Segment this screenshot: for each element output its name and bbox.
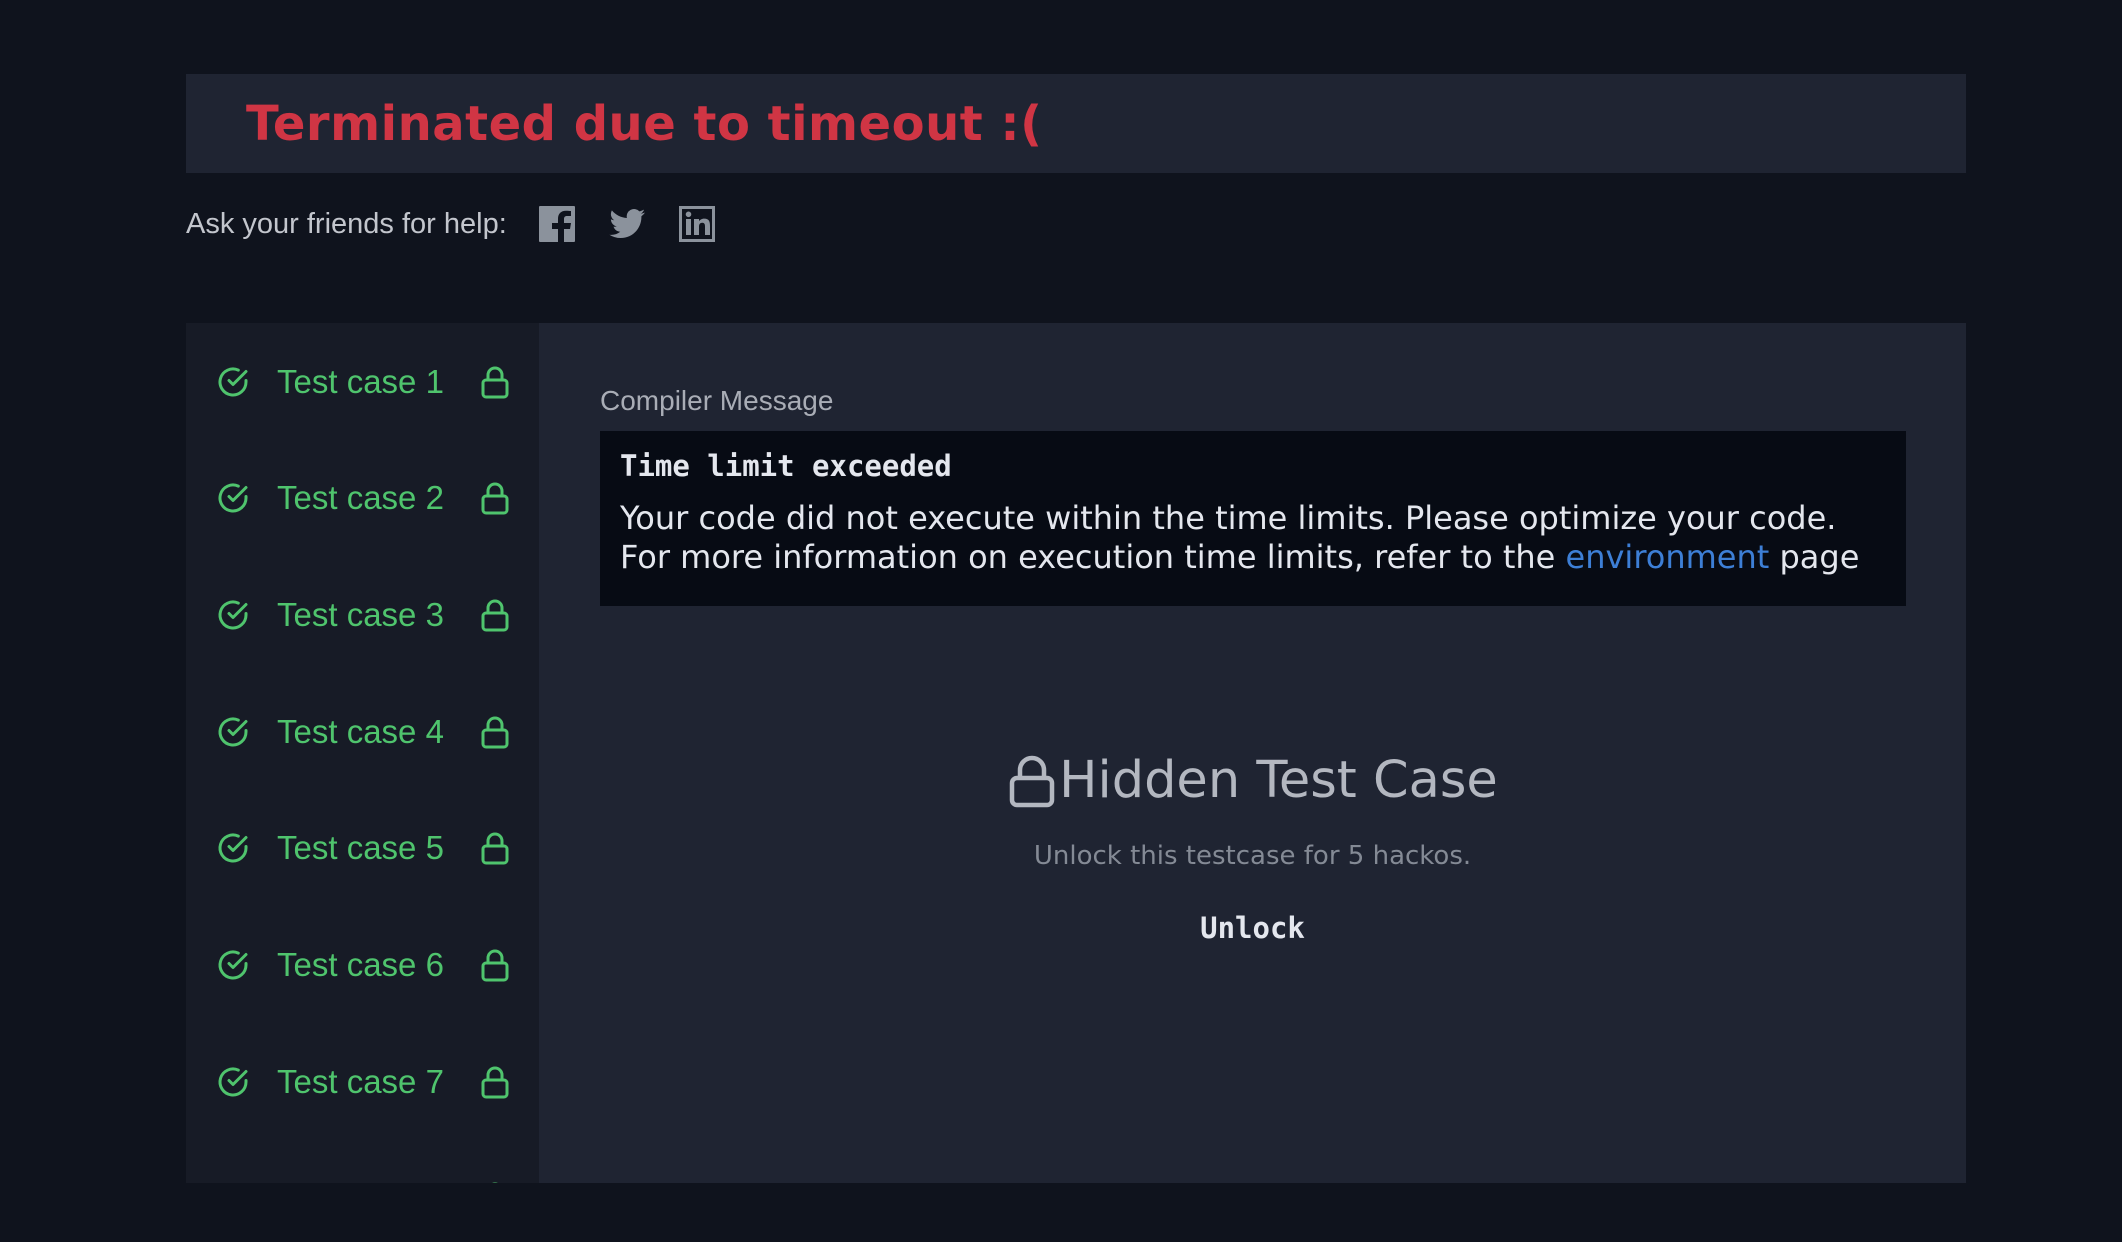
unlock-cost-text: Unlock this testcase for 5 hackos. [1033,840,1472,871]
check-circle-icon [216,598,250,632]
facebook-icon[interactable] [537,204,577,244]
lock-icon [478,480,512,516]
test-case-item[interactable]: Test case 1 [186,323,539,440]
lock-icon [478,1180,512,1183]
hidden-test-case-title: Hidden Test Case [1059,751,1498,810]
hidden-test-case-heading: Hidden Test Case [1007,751,1498,810]
compiler-message-text-end: page [1769,538,1860,576]
lock-icon [478,364,512,400]
test-case-item[interactable]: Test case 7 [186,1023,539,1140]
test-case-label: Test case 7 [277,1062,444,1100]
check-circle-icon [216,481,250,515]
test-case-item[interactable]: Test case 3 [186,556,539,673]
lock-icon [478,1064,512,1100]
twitter-icon[interactable] [607,204,647,244]
compiler-message-label: Compiler Message [600,385,834,416]
hidden-test-case: Hidden Test Case Unlock this testcase fo… [539,751,1966,945]
compiler-message-box: Time limit exceeded Your code did not ex… [600,431,1906,606]
test-case-label: Test case 4 [277,712,444,750]
test-case-label: Test case 3 [277,595,444,633]
test-case-label: Test case 5 [277,829,444,867]
lock-icon [478,597,512,633]
check-circle-icon [216,715,250,749]
lock-icon [478,714,512,750]
test-case-list: Test case 1 Test case 2 Test case 3 Test ca… [186,323,539,1183]
test-case-item[interactable]: Test case 5 [186,790,539,907]
result-banner: Terminated due to timeout :( [186,74,1966,173]
unlock-button[interactable]: Unlock [1200,911,1305,945]
linkedin-icon[interactable] [677,204,717,244]
share-bar: Ask your friends for help: [186,200,747,248]
environment-link[interactable]: environment [1566,538,1770,576]
test-case-label: Test case 8 [277,1179,444,1183]
check-circle-icon [216,948,250,982]
test-case-detail: Compiler Message Time limit exceeded You… [539,323,1966,1183]
result-title: Terminated due to timeout :( [246,95,1043,152]
check-circle-icon [216,1065,250,1099]
check-circle-icon [216,831,250,865]
check-circle-icon [216,365,250,399]
share-label: Ask your friends for help: [186,207,507,240]
results-panel: Test case 1 Test case 2 Test case 3 Test ca… [186,323,1966,1183]
test-case-item[interactable]: Test case 2 [186,440,539,557]
test-case-item[interactable]: Test case 4 [186,673,539,790]
compiler-message-title: Time limit exceeded [620,449,952,483]
compiler-message-body: Your code did not execute within the tim… [620,499,1886,577]
test-case-label: Test case 6 [277,946,444,983]
lock-icon [1009,755,1055,807]
lock-icon [478,830,512,866]
test-case-item[interactable]: Test case 8 [186,1140,539,1183]
check-circle-icon [216,1181,250,1183]
test-case-label: Test case 2 [277,479,444,517]
test-case-label: Test case 1 [277,362,444,400]
test-case-item[interactable]: Test case 6 [186,907,539,1024]
lock-icon [478,947,512,983]
